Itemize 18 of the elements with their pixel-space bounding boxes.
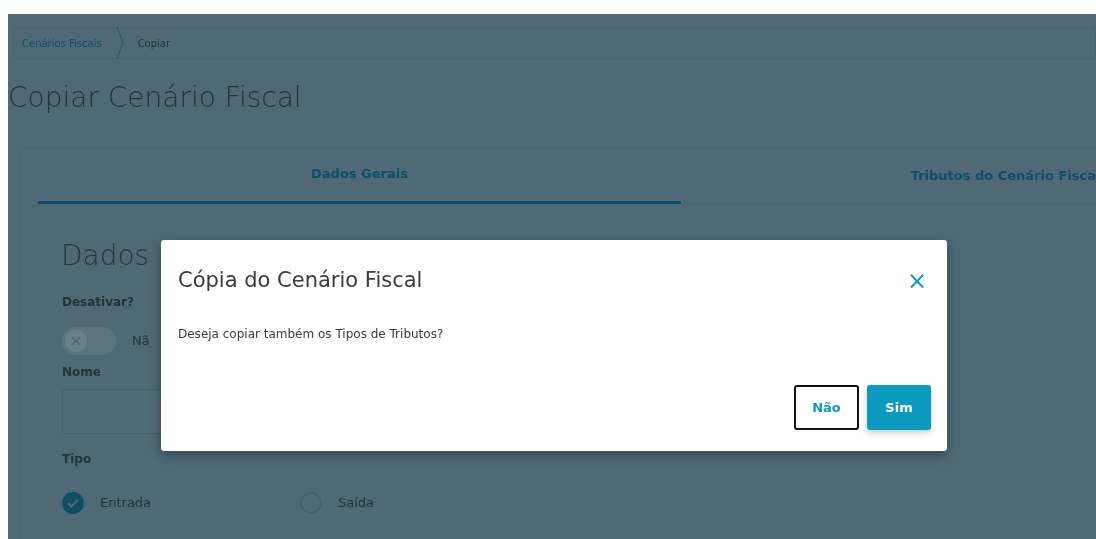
breadcrumb-current: Copiar — [137, 36, 171, 51]
dialog-title: Cópia do Cenário Fiscal — [178, 268, 423, 294]
page-title: Copiar Cenário Fiscal — [8, 81, 303, 115]
radio-label: Entrada — [100, 493, 152, 512]
x-icon — [70, 334, 82, 347]
radio-label: Saída — [338, 493, 375, 512]
toggle-state-label: Nã — [132, 331, 150, 350]
check-icon — [67, 497, 79, 508]
section-title: Dados — [61, 237, 151, 274]
field-label: Tipo — [62, 450, 93, 468]
dialog-message: Deseja copiar também os Tipos de Tributos? — [178, 326, 445, 343]
close-button[interactable]: × — [902, 269, 931, 293]
toggle-switch[interactable] — [62, 326, 116, 355]
cancel-button[interactable]: Não — [794, 385, 859, 430]
confirm-button[interactable]: Sim — [867, 385, 931, 430]
field-label: Desativar? — [62, 293, 135, 311]
radio-button[interactable] — [62, 491, 84, 514]
field-label: Nome — [62, 363, 102, 381]
